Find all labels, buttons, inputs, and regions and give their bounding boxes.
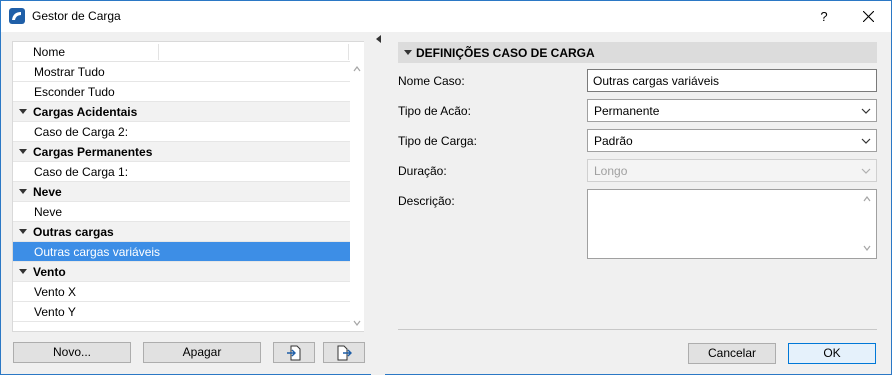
list-header: Nome <box>13 42 350 62</box>
export-button[interactable] <box>323 342 365 363</box>
new-button[interactable]: Novo... <box>13 342 131 363</box>
list-item-label: Vento Y <box>34 305 76 319</box>
window-title: Gestor de Carga <box>32 9 121 23</box>
chevron-down-icon <box>861 168 871 174</box>
name-label: Nome Caso: <box>398 74 465 88</box>
group-row-snow[interactable]: Neve <box>13 182 350 202</box>
group-label: Vento <box>33 265 66 279</box>
duration-label: Duração: <box>398 164 447 178</box>
expand-triangle-icon[interactable] <box>19 109 27 114</box>
action-type-label: Tipo de Acão: <box>398 104 471 118</box>
list-item-snow[interactable]: Neve <box>13 202 350 222</box>
footer-divider <box>398 329 877 330</box>
chevron-down-icon <box>861 138 871 144</box>
column-header-name[interactable]: Nome <box>33 45 65 59</box>
scroll-down-icon[interactable] <box>353 319 361 327</box>
scroll-up-icon[interactable] <box>863 195 871 203</box>
close-button[interactable] <box>846 1 892 32</box>
list-item-label: Caso de Carga 1: <box>34 165 129 179</box>
group-row-permanent[interactable]: Cargas Permanentes <box>13 142 350 162</box>
collapse-triangle-icon[interactable] <box>404 50 412 55</box>
duration-value: Longo <box>594 164 628 178</box>
list-item-show-all[interactable]: Mostrar Tudo <box>13 62 350 82</box>
list-item-wind-y[interactable]: Vento Y <box>13 302 350 322</box>
export-icon <box>337 345 352 361</box>
delete-button[interactable]: Apagar <box>143 342 261 363</box>
close-icon <box>863 11 874 22</box>
column-divider <box>348 44 349 60</box>
description-textarea[interactable] <box>587 189 877 259</box>
list-item-other-variable-loads[interactable]: Outras cargas variáveis <box>13 242 350 262</box>
list-item-label: Caso de Carga 2: <box>34 125 129 139</box>
expand-triangle-icon[interactable] <box>19 189 27 194</box>
group-label: Cargas Permanentes <box>33 145 153 159</box>
load-case-list: Nome Mostrar Tudo Esconder Tudo Cargas A… <box>12 41 364 332</box>
cancel-button[interactable]: Cancelar <box>688 343 776 364</box>
scroll-up-icon[interactable] <box>353 65 361 73</box>
list-item-label: Outras cargas variáveis <box>34 245 161 259</box>
list-item-load-case-2[interactable]: Caso de Carga 2: <box>13 122 350 142</box>
dialog-window: Gestor de Carga ? Nome Mostrar Tudo Esco… <box>0 0 892 375</box>
list-item-label: Mostrar Tudo <box>34 65 105 79</box>
title-bar: Gestor de Carga ? <box>1 1 891 32</box>
expand-triangle-icon[interactable] <box>19 149 27 154</box>
app-logo-icon <box>9 8 25 24</box>
list-item-load-case-1[interactable]: Caso de Carga 1: <box>13 162 350 182</box>
list-item-label: Neve <box>34 205 63 219</box>
collapse-arrow-icon[interactable] <box>376 35 381 43</box>
group-label: Outras cargas <box>33 225 114 239</box>
import-button[interactable] <box>273 342 315 363</box>
duration-select: Longo <box>587 159 877 182</box>
panel-splitter[interactable] <box>371 33 385 375</box>
list-item-label: Esconder Tudo <box>34 85 115 99</box>
scroll-down-icon[interactable] <box>863 244 871 252</box>
load-type-value: Padrão <box>594 134 633 148</box>
help-button[interactable]: ? <box>801 1 847 32</box>
expand-triangle-icon[interactable] <box>19 229 27 234</box>
action-type-value: Permanente <box>594 104 660 118</box>
import-icon <box>287 345 301 361</box>
column-divider[interactable] <box>158 44 159 60</box>
group-row-accidental[interactable]: Cargas Acidentais <box>13 102 350 122</box>
group-row-wind[interactable]: Vento <box>13 262 350 282</box>
section-header[interactable]: DEFINIÇÕES CASO DE CARGA <box>398 42 877 63</box>
list-item-hide-all[interactable]: Esconder Tudo <box>13 82 350 102</box>
list-item-wind-x[interactable]: Vento X <box>13 282 350 302</box>
chevron-down-icon <box>861 108 871 114</box>
group-label: Cargas Acidentais <box>33 105 138 119</box>
load-type-select[interactable]: Padrão <box>587 129 877 152</box>
expand-triangle-icon[interactable] <box>19 269 27 274</box>
action-type-select[interactable]: Permanente <box>587 99 877 122</box>
list-item-label: Vento X <box>34 285 77 299</box>
description-label: Descrição: <box>398 194 455 208</box>
load-type-label: Tipo de Carga: <box>398 134 477 148</box>
group-row-other-loads[interactable]: Outras cargas <box>13 222 350 242</box>
group-label: Neve <box>33 185 62 199</box>
ok-button[interactable]: OK <box>788 343 876 364</box>
list-scrollbar[interactable] <box>350 42 364 331</box>
name-input[interactable]: Outras cargas variáveis <box>587 69 877 92</box>
section-title: DEFINIÇÕES CASO DE CARGA <box>416 46 595 60</box>
